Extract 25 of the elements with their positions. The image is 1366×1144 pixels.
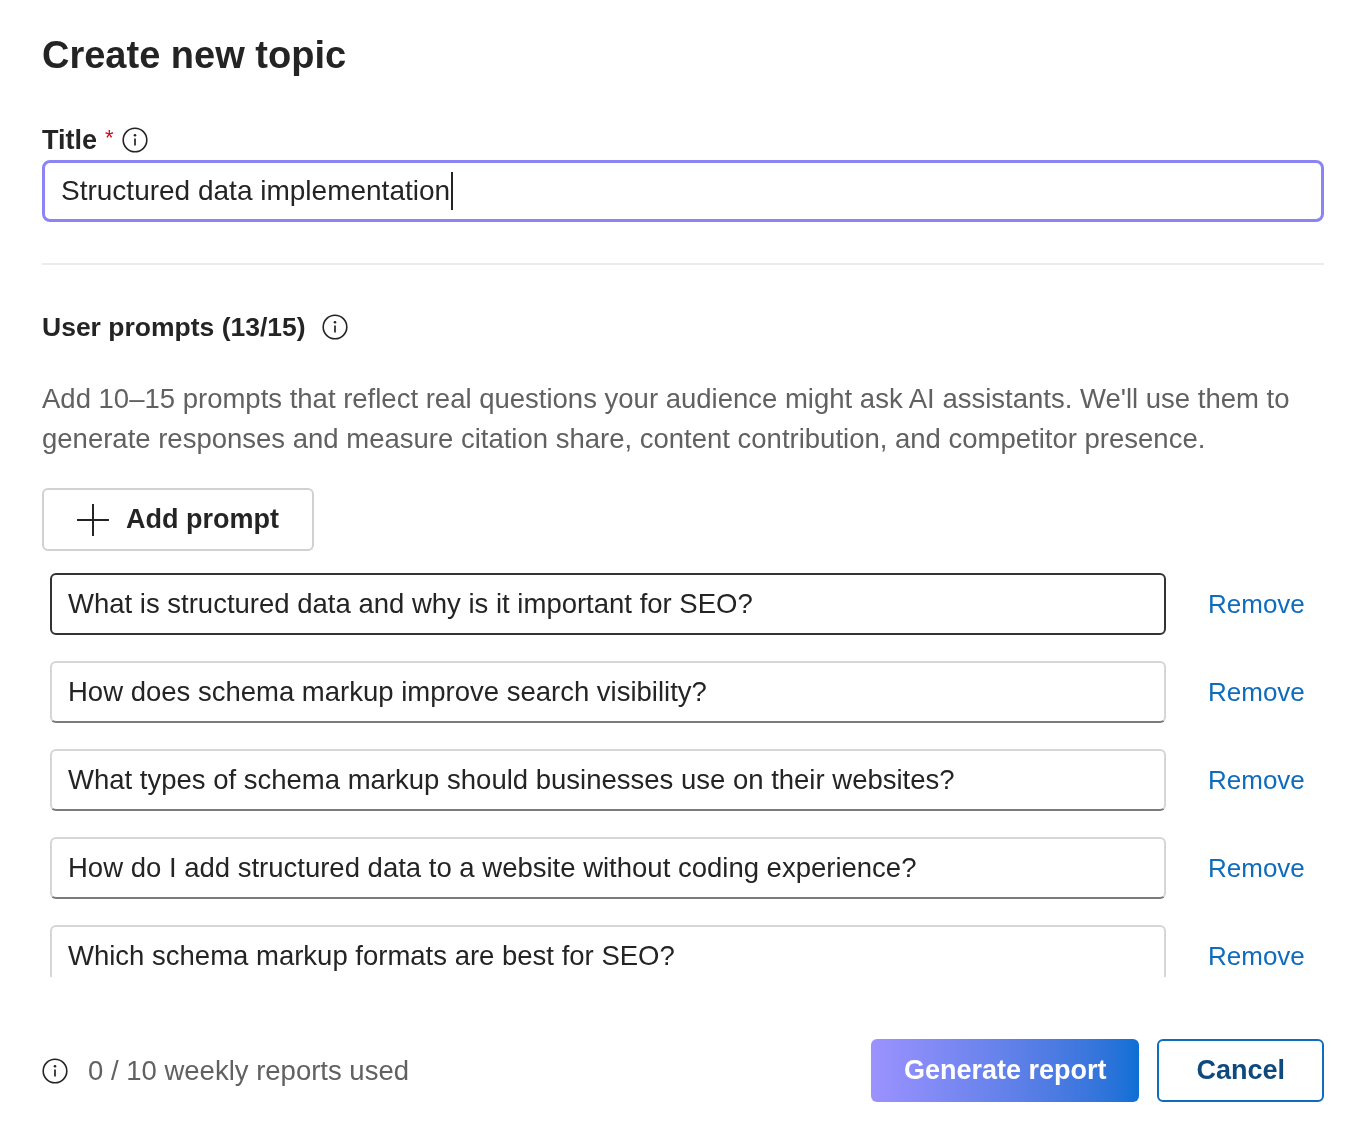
info-icon (121, 127, 148, 153)
info-icon (42, 1057, 68, 1084)
add-prompt-button[interactable]: Add prompt (42, 488, 314, 551)
usage-text: 0 / 10 weekly reports used (88, 1053, 409, 1088)
required-asterisk: * (105, 125, 114, 151)
dialog-title: Create new topic (42, 33, 347, 77)
info-icon (321, 314, 348, 340)
title-label: Title (42, 124, 97, 156)
prompt-field[interactable]: Which schema markup formats are best for SEO? (50, 925, 1166, 977)
prompt-field[interactable]: What is structured data and why is it important for SEO? (50, 573, 1166, 635)
remove-link[interactable]: Remove (1208, 672, 1305, 712)
section-description: Add 10–15 prompts that reflect real questions your audience might ask AI assistants. We'll use them to generate responses and measure citation share, content contribution, and competitor presence. (42, 382, 1291, 456)
cancel-button[interactable]: Cancel (1157, 1039, 1324, 1102)
title-field[interactable]: Structured data implementation (42, 160, 1324, 222)
section-heading: User prompts (13/15) (42, 311, 306, 343)
prompt-field[interactable]: What types of schema markup should businesses use on their websites? (50, 749, 1166, 811)
generate-report-button[interactable]: Generate report (870, 1039, 1140, 1102)
prompt-field[interactable]: How does schema markup improve search visibility? (50, 661, 1166, 723)
prompt-field[interactable]: How do I add structured data to a website without coding experience? (50, 837, 1166, 899)
plus-icon (76, 502, 110, 537)
remove-link[interactable]: Remove (1208, 584, 1305, 624)
remove-link[interactable]: Remove (1208, 760, 1305, 800)
remove-link[interactable]: Remove (1208, 936, 1305, 976)
remove-link[interactable]: Remove (1208, 848, 1305, 888)
text-cursor-icon (451, 172, 454, 210)
